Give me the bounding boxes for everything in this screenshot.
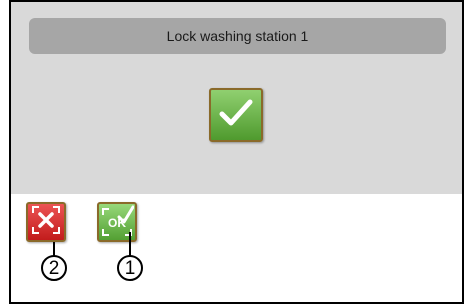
confirm-button[interactable]: [209, 88, 263, 142]
callout-marker-2: 2: [41, 255, 67, 281]
dialog-panel: Lock washing station 1: [11, 2, 462, 194]
cancel-x-icon: [30, 204, 62, 241]
callout-line-2: [53, 242, 55, 256]
cancel-button[interactable]: [26, 202, 66, 242]
dialog-title: Lock washing station 1: [29, 18, 446, 54]
dialog-frame: Lock washing station 1 OK: [9, 0, 464, 304]
ok-button[interactable]: OK: [97, 202, 137, 242]
checkmark-icon: [219, 98, 253, 133]
callout-line-1: [129, 232, 131, 256]
ok-label: OK: [108, 216, 126, 230]
callout-marker-1: 1: [117, 255, 143, 281]
